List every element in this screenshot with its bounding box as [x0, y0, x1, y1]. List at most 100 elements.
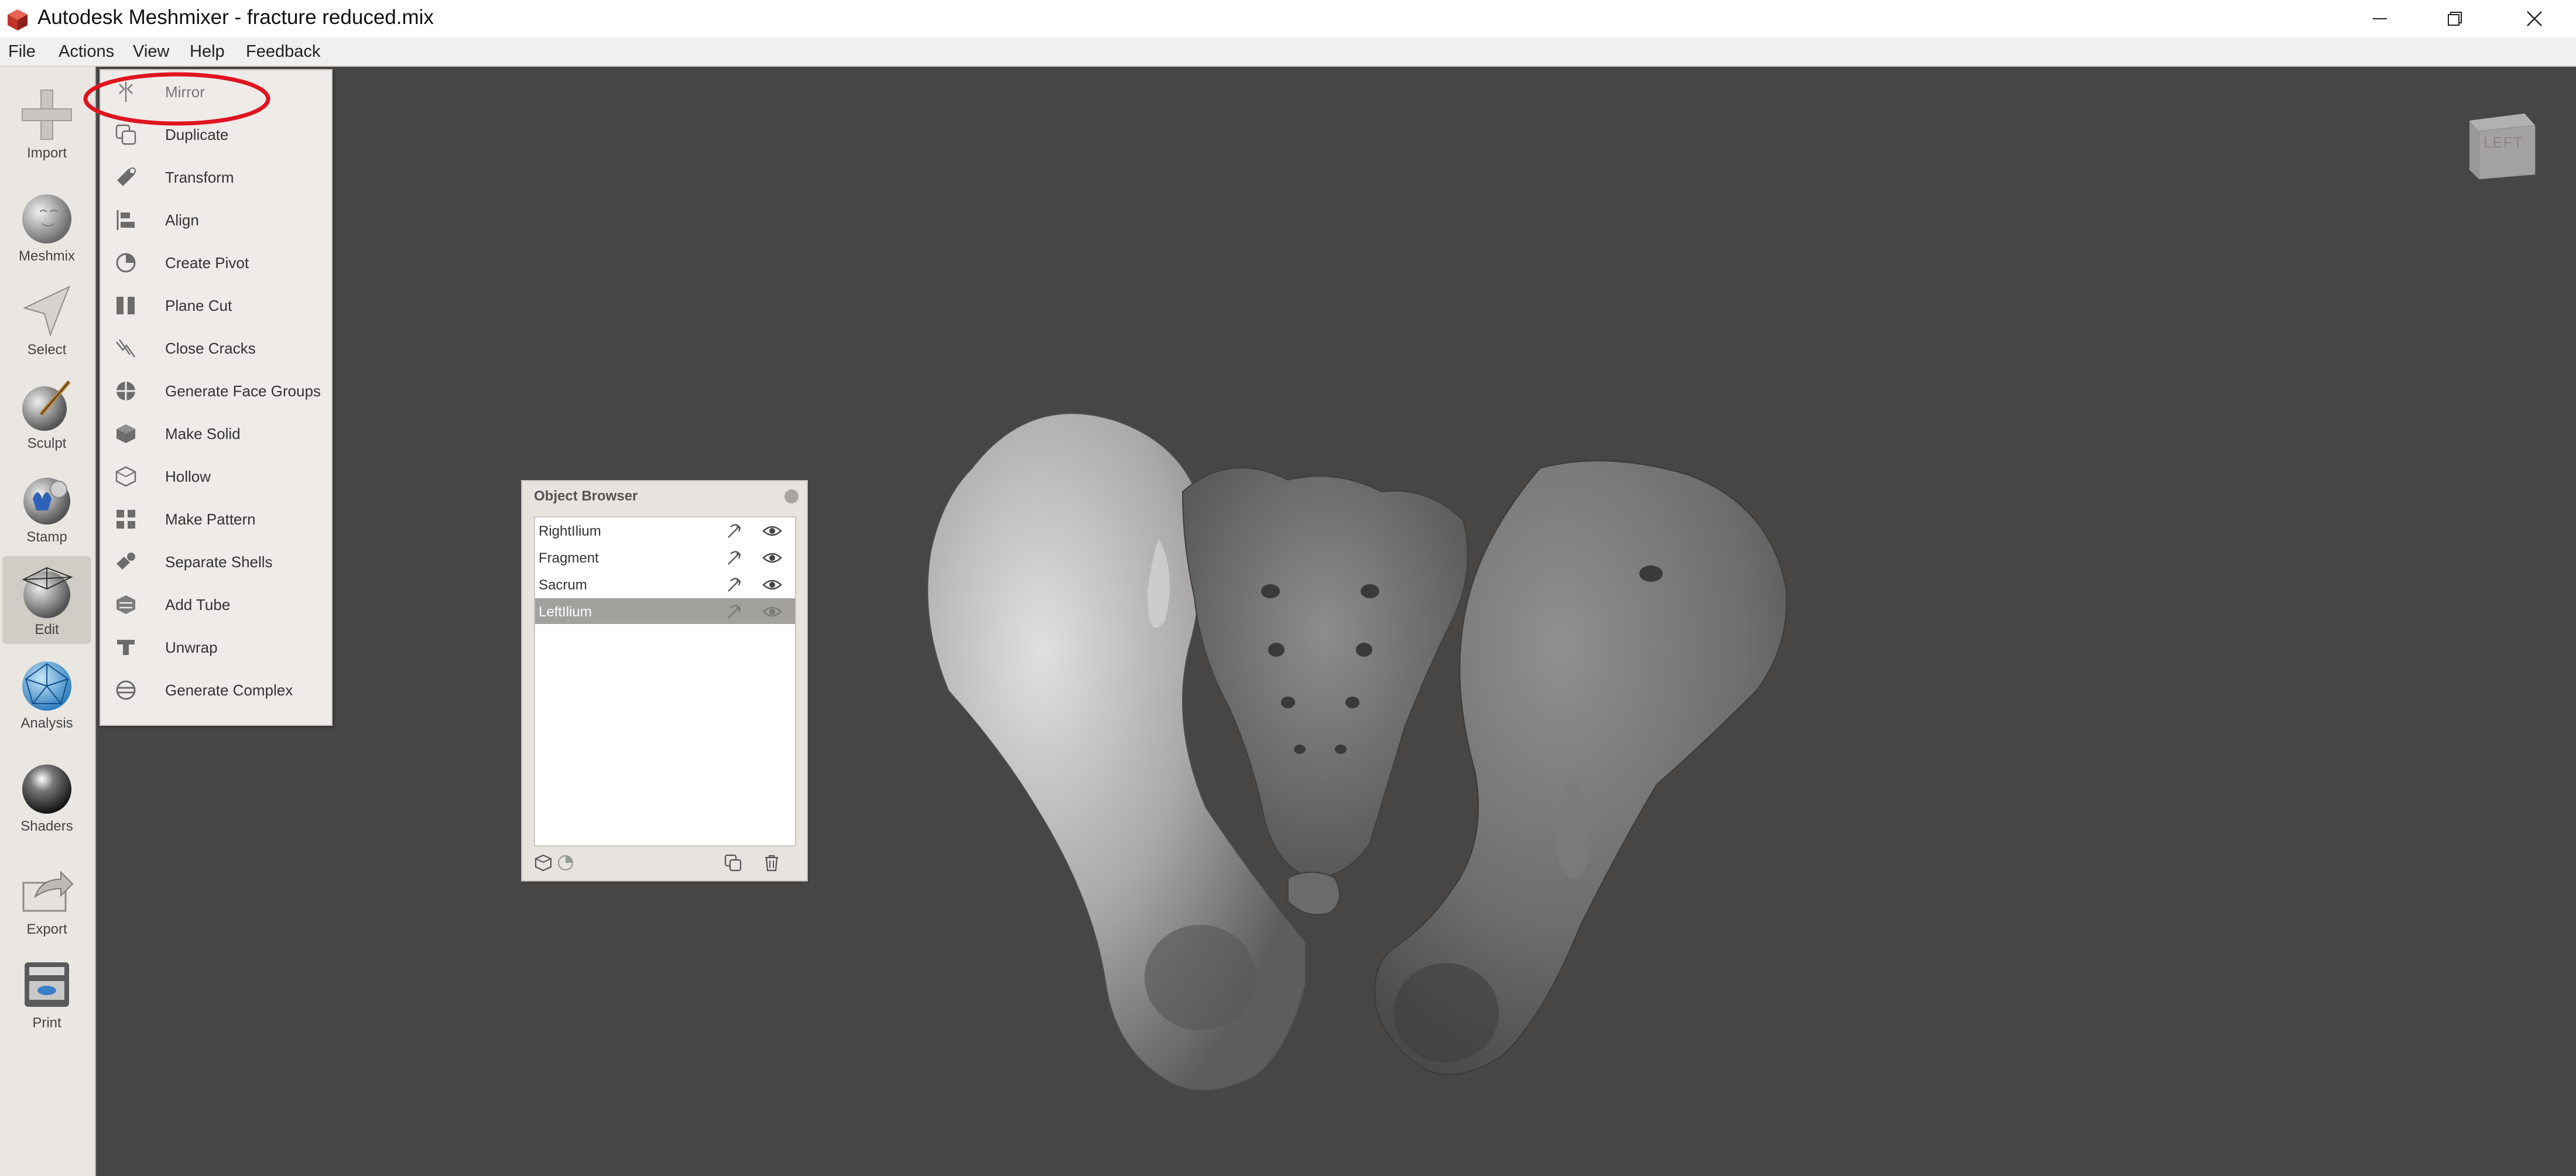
edit-item-make-pattern[interactable]: Make Pattern	[101, 498, 331, 540]
tool-shaders-label: Shaders	[20, 818, 73, 834]
edit-item-align[interactable]: Align	[101, 198, 331, 241]
close-window-button[interactable]	[2496, 0, 2572, 37]
object-browser-panel: Object Browser RightIlium Fragment Sacru…	[521, 480, 808, 882]
transform-lock-icon[interactable]	[725, 522, 742, 540]
pelvis-3d-model[interactable]	[925, 398, 1797, 1130]
tool-import-label: Import	[26, 145, 67, 161]
complex-icon	[116, 680, 136, 700]
tool-export-label: Export	[26, 921, 67, 937]
plus-icon	[22, 90, 72, 140]
left-toolbar: Import Meshmix Select Sculpt Stamp Edit …	[0, 67, 96, 1176]
transform-icon	[117, 167, 136, 186]
edit-item-label: Close Cracks	[165, 340, 256, 357]
mirror-icon	[119, 82, 133, 102]
object-browser-close-button[interactable]	[785, 489, 799, 503]
menu-actions[interactable]: Actions	[59, 42, 114, 61]
duplicate-icon	[115, 124, 136, 145]
object-row[interactable]: Sacrum	[535, 571, 795, 597]
edit-item-close-cracks[interactable]: Close Cracks	[101, 327, 331, 369]
tool-edit-label: Edit	[35, 622, 59, 637]
tool-sculpt-label: Sculpt	[27, 436, 67, 451]
edit-item-mirror[interactable]: Mirror	[101, 70, 331, 113]
edit-item-make-solid[interactable]: Make Solid	[101, 412, 331, 455]
make-solid-icon	[117, 424, 135, 443]
window-title: Autodesk Meshmixer - fracture reduced.mi…	[37, 6, 434, 29]
tool-print[interactable]: Print	[2, 949, 91, 1037]
tool-meshmix[interactable]: Meshmix	[2, 183, 91, 270]
tool-print-label: Print	[32, 1015, 61, 1031]
pivot-icon	[116, 253, 136, 273]
shader-sphere-icon	[22, 764, 71, 814]
tool-shaders[interactable]: Shaders	[2, 753, 91, 841]
edit-item-add-tube[interactable]: Add Tube	[101, 583, 331, 626]
edit-item-transform[interactable]: Transform	[101, 156, 331, 198]
edit-item-plane-cut[interactable]: Plane Cut	[101, 284, 331, 327]
meshmixer-logo-icon	[8, 9, 28, 30]
edit-item-separate-shells[interactable]: Separate Shells	[101, 540, 331, 583]
cube-icon[interactable]	[534, 853, 553, 872]
restore-button[interactable]	[2417, 0, 2493, 37]
close-icon	[2527, 11, 2542, 26]
tool-import[interactable]: Import	[2, 80, 91, 167]
minimize-button[interactable]	[2342, 0, 2418, 37]
tool-select-label: Select	[27, 342, 67, 358]
cursor-arrow-icon	[23, 286, 70, 337]
visibility-eye-icon[interactable]	[762, 522, 782, 540]
title-bar: Autodesk Meshmixer - fracture reduced.mi…	[0, 0, 2576, 37]
edit-item-create-pivot[interactable]: Create Pivot	[101, 241, 331, 284]
face-groups-icon	[117, 382, 135, 400]
pattern-icon	[117, 510, 135, 529]
object-list: RightIlium Fragment Sacrum LeftIlium	[534, 516, 796, 846]
edit-item-label: Hollow	[165, 468, 211, 485]
tool-sculpt[interactable]: Sculpt	[2, 370, 91, 458]
edit-mesh-icon	[22, 567, 73, 618]
edit-item-hollow[interactable]: Hollow	[101, 455, 331, 498]
menu-feedback[interactable]: Feedback	[246, 42, 320, 61]
duplicate-object-icon[interactable]	[724, 853, 742, 872]
printer-icon	[25, 962, 69, 1007]
edit-item-label: Create Pivot	[165, 254, 249, 272]
edit-item-duplicate[interactable]: Duplicate	[101, 113, 331, 156]
menu-help[interactable]: Help	[190, 42, 225, 61]
object-name: RightIlium	[539, 523, 601, 539]
unwrap-icon	[117, 640, 135, 655]
tool-analysis-label: Analysis	[20, 715, 73, 731]
view-cube-label: LEFT	[2483, 133, 2523, 151]
object-row[interactable]: RightIlium	[535, 517, 795, 543]
tool-edit[interactable]: Edit	[2, 556, 91, 644]
sacrum[interactable]	[1181, 467, 1468, 879]
analysis-mesh-icon	[22, 661, 71, 711]
edit-item-label: Align	[165, 211, 199, 229]
menu-view[interactable]: View	[133, 42, 169, 61]
export-icon	[22, 870, 74, 912]
separate-shells-icon	[117, 553, 135, 570]
edit-item-label: Generate Complex	[165, 681, 293, 699]
edit-item-label: Unwrap	[165, 639, 218, 656]
visibility-eye-icon[interactable]	[762, 576, 782, 594]
object-row[interactable]: Fragment	[535, 544, 795, 570]
transform-lock-icon[interactable]	[725, 603, 742, 620]
edit-item-label: Make Solid	[165, 425, 241, 443]
transform-lock-icon[interactable]	[725, 549, 742, 567]
edit-item-label: Separate Shells	[165, 553, 273, 571]
edit-item-unwrap[interactable]: Unwrap	[101, 626, 331, 668]
restore-icon	[2448, 12, 2462, 26]
menu-file[interactable]: File	[8, 42, 36, 61]
visibility-eye-icon[interactable]	[762, 549, 782, 567]
pivot-small-icon[interactable]	[556, 853, 575, 872]
transform-lock-icon[interactable]	[725, 576, 742, 594]
object-name: Sacrum	[539, 577, 587, 593]
object-row-selected[interactable]: LeftIlium	[535, 598, 795, 624]
edit-item-label: Generate Face Groups	[165, 382, 321, 400]
tool-stamp[interactable]: Stamp	[2, 464, 91, 551]
visibility-eye-icon[interactable]	[762, 603, 782, 620]
edit-item-generate-face-groups[interactable]: Generate Face Groups	[101, 369, 331, 412]
sculpt-brush-icon	[22, 380, 71, 431]
tool-select[interactable]: Select	[2, 276, 91, 364]
edit-item-generate-complex[interactable]: Generate Complex	[101, 668, 331, 711]
tool-analysis[interactable]: Analysis	[2, 650, 91, 738]
trash-icon[interactable]	[762, 853, 781, 872]
fragment[interactable]	[1287, 872, 1340, 916]
tool-export[interactable]: Export	[2, 856, 91, 944]
edit-item-label: Transform	[165, 169, 234, 186]
